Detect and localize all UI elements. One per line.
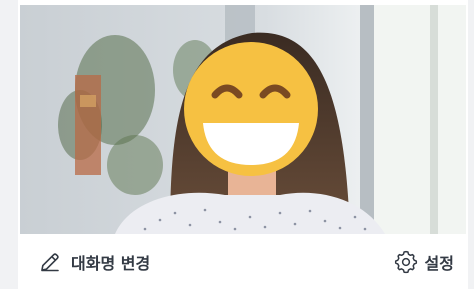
pencil-icon: [38, 250, 62, 274]
tile-actions: 대화명 변경 설정: [18, 234, 468, 289]
gear-icon: [394, 250, 418, 274]
rename-label: 대화명 변경: [71, 253, 151, 273]
grinning-emoji: [184, 42, 318, 176]
settings-label: 설정: [424, 253, 454, 273]
participant-tile: 대화명 변경 설정: [18, 0, 468, 289]
settings-button[interactable]: 설정: [394, 250, 454, 274]
participant-video: [20, 5, 466, 234]
rename-button[interactable]: 대화명 변경: [38, 250, 150, 274]
